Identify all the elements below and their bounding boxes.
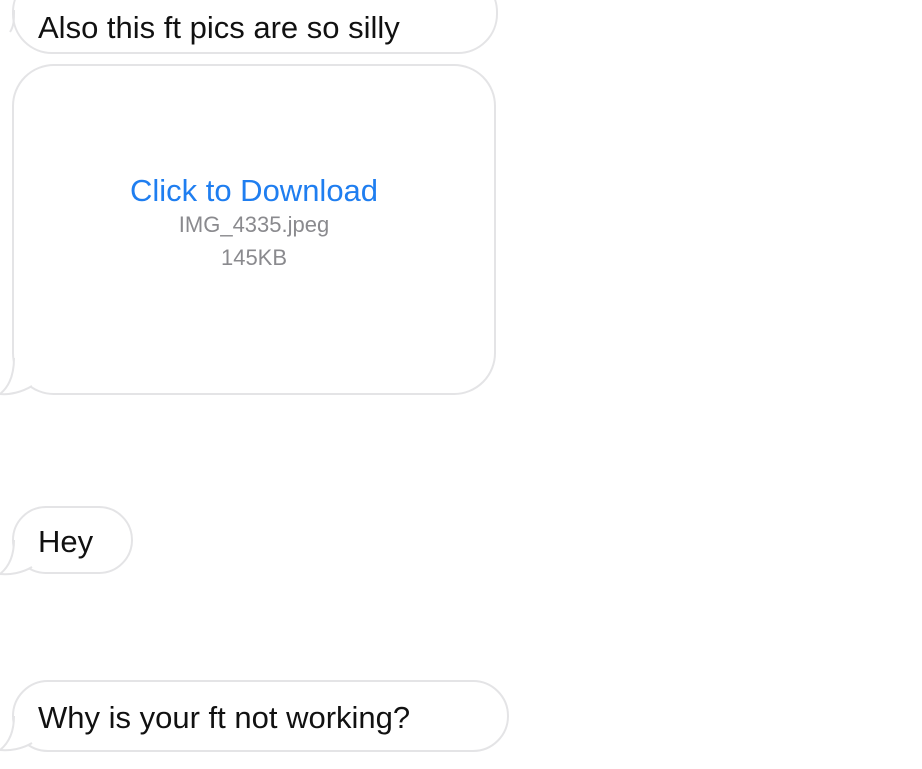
message-bubble: Also this ft pics are so silly — [12, 0, 498, 54]
bubble-tail-icon — [9, 9, 15, 33]
attachment-size: 145KB — [220, 245, 288, 271]
message-text: Why is your ft not working? — [38, 700, 411, 735]
bubble-tail-icon — [0, 715, 33, 752]
message-bubble: Why is your ft not working? — [12, 680, 509, 752]
bubble-tail-icon — [0, 539, 33, 576]
bubble-tail-icon — [0, 357, 33, 396]
attachment-filename: IMG_4335.jpeg — [178, 212, 330, 238]
download-link[interactable]: Click to Download — [14, 173, 494, 208]
message-text: Hey — [38, 524, 94, 559]
message-text: Also this ft pics are so silly — [38, 10, 400, 45]
attachment-info: Click to Download IMG_4335.jpeg 145KB — [14, 173, 494, 274]
attachment-bubble: Click to Download IMG_4335.jpeg 145KB — [12, 64, 496, 395]
